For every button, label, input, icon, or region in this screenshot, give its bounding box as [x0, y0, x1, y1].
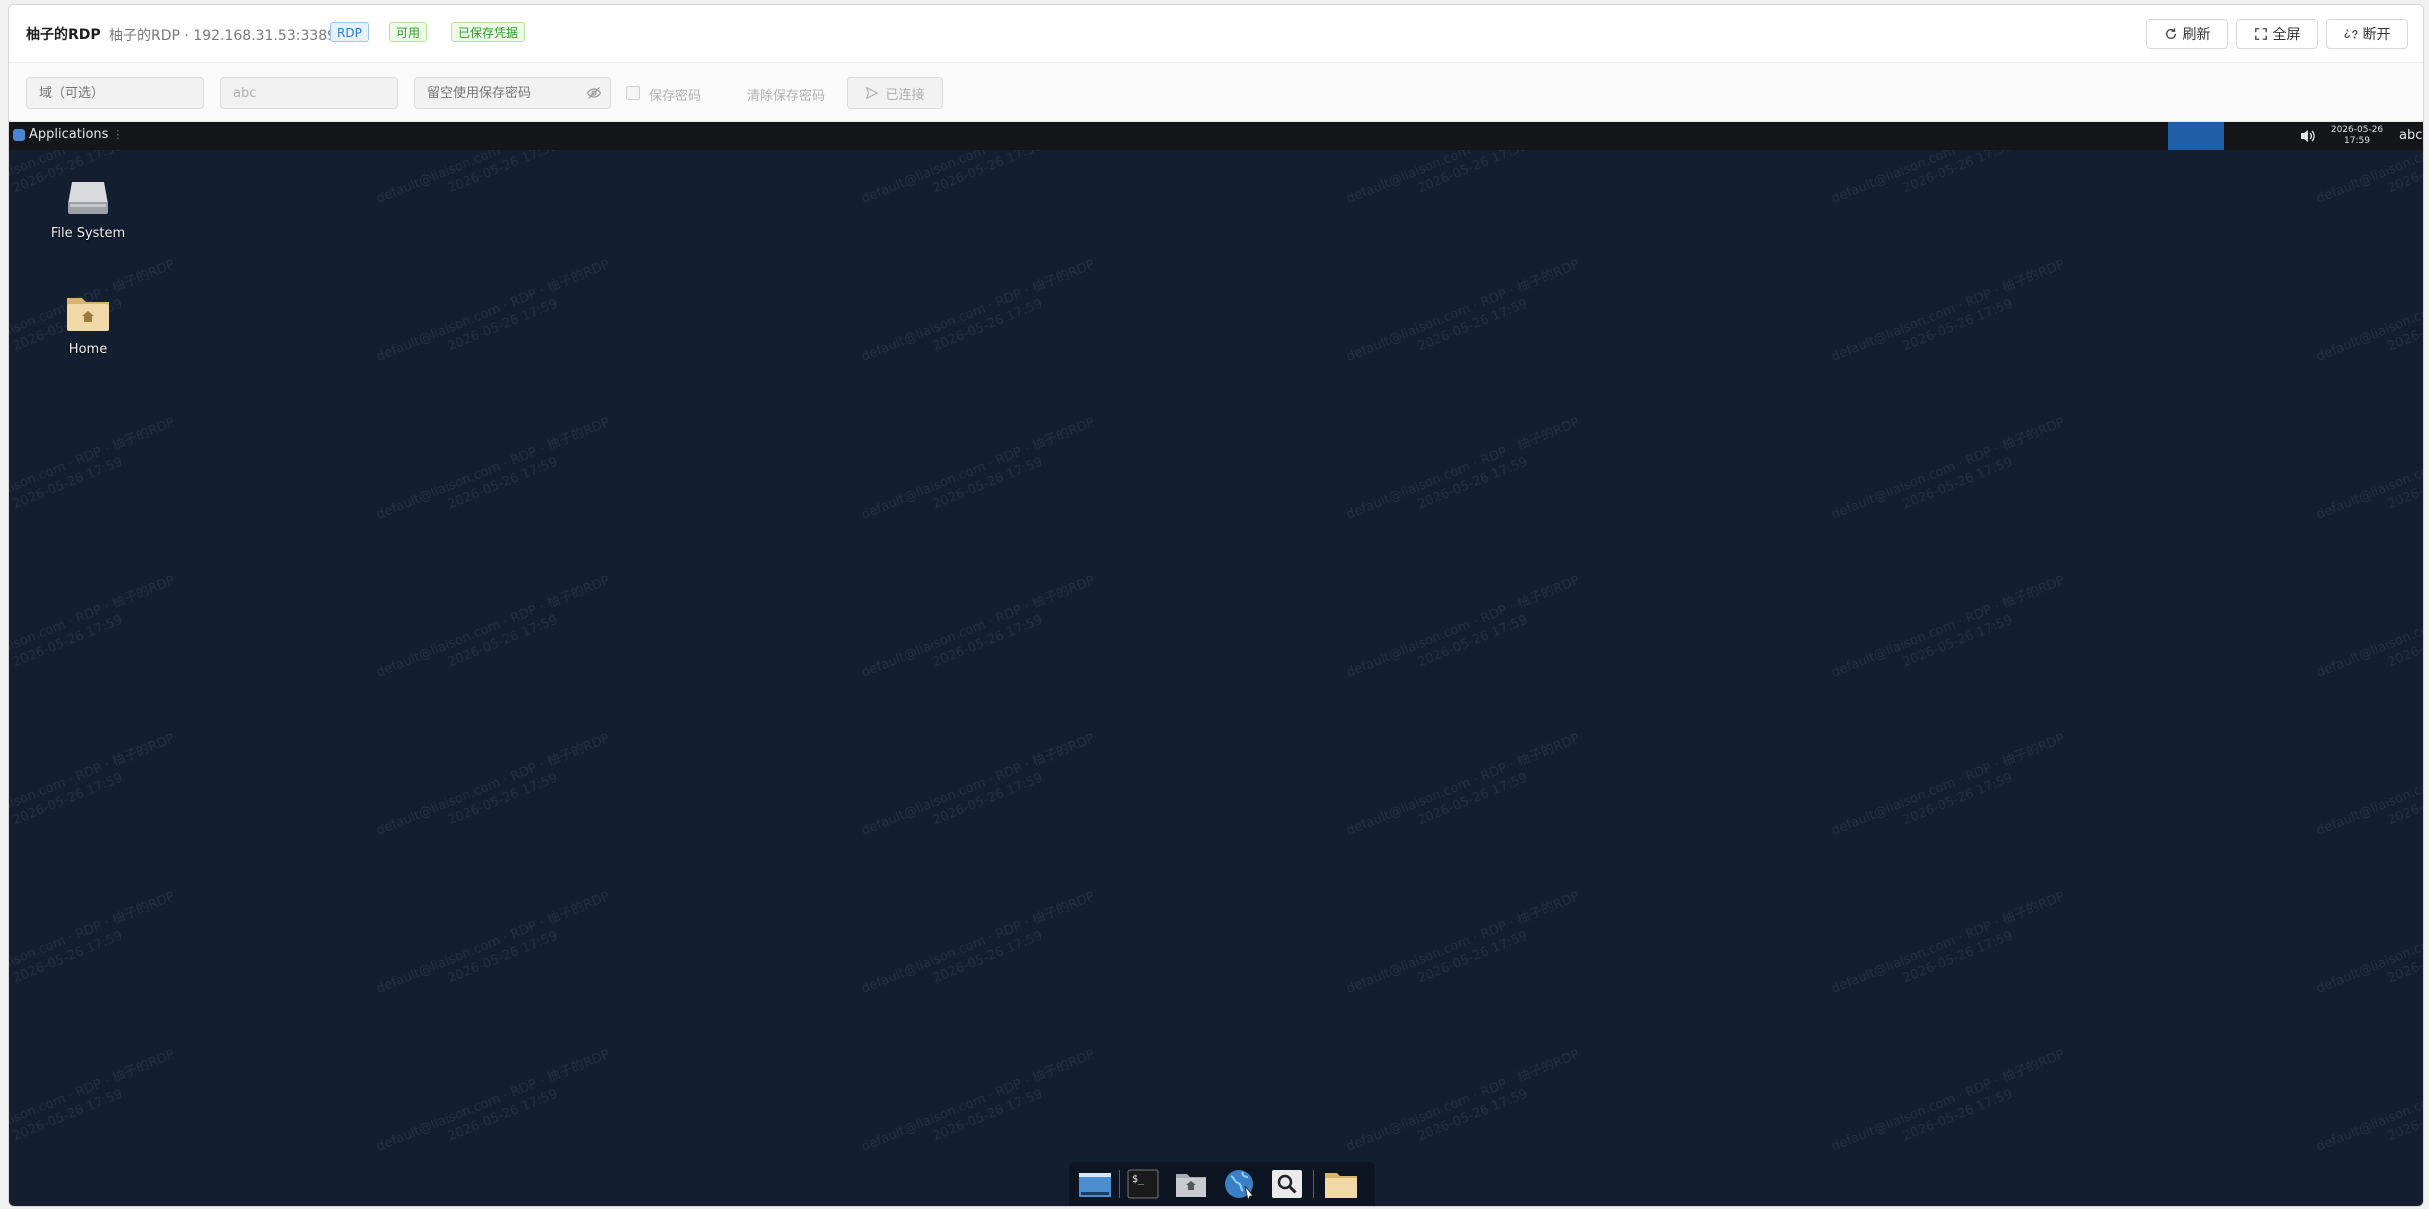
- watermark-text: default@liaison.com · RDP · 柚子的RDP2026-0…: [374, 573, 612, 681]
- home-folder-icon: [67, 298, 109, 331]
- credentials-badge: 已保存凭据: [451, 22, 526, 42]
- refresh-label: 刷新: [2182, 27, 2211, 43]
- clock-time: 17:59: [2344, 136, 2370, 146]
- connection-toolbar: 保存密码 清除保存密码 已连接: [9, 63, 2423, 122]
- remote-desktop-canvas[interactable]: default@liaison.com · RDP · 柚子的RDP2026-0…: [9, 122, 2423, 1206]
- unlink-icon: [2344, 29, 2357, 39]
- watermark-text: default@liaison.com · RDP · 柚子的RDP2026-0…: [1829, 889, 2067, 997]
- connect-label: 已连接: [885, 87, 925, 103]
- send-icon: [866, 86, 880, 100]
- rdp-session-window: 柚子的RDP 柚子的RDP · 192.168.31.53:3389 RDP 可…: [8, 4, 2424, 1207]
- refresh-button[interactable]: 刷新: [2146, 19, 2228, 49]
- watermark-text: default@liaison.com · RDP · 柚子的RDP2026-0…: [1344, 889, 1582, 997]
- watermark-text: default@liaison.com · RDP · 柚子的RDP2026-0…: [859, 257, 1097, 365]
- workspace-indicator[interactable]: [2168, 122, 2224, 150]
- watermark-text: default@liaison.com · RDP · 柚子的RDP2026-0…: [374, 731, 612, 839]
- home-folder-icon[interactable]: [1173, 1168, 1209, 1200]
- watermark-text: default@liaison.com · RDP · 柚子的RDP2026-0…: [1829, 415, 2067, 523]
- watermark-text: default@liaison.com · RDP · 柚子的RDP2026-0…: [9, 731, 177, 839]
- watermark-text: default@liaison.com · RDP · 柚子的RDP2026-0…: [2314, 731, 2423, 839]
- xfce-logo-icon: [13, 128, 25, 141]
- refresh-icon: [2165, 28, 2176, 39]
- connect-button[interactable]: 已连接: [847, 77, 943, 109]
- watermark-text: default@liaison.com · RDP · 柚子的RDP2026-0…: [1829, 731, 2067, 839]
- menu-handle-icon: ⋮: [112, 128, 124, 141]
- bottom-dock: $_: [1069, 1162, 1375, 1206]
- watermark-text: default@liaison.com · RDP · 柚子的RDP2026-0…: [9, 415, 177, 523]
- domain-input[interactable]: [26, 77, 204, 109]
- panel-clock[interactable]: 2026-05-26 17:59: [2324, 125, 2390, 147]
- applications-menu[interactable]: Applications ⋮: [13, 127, 123, 142]
- watermark-text: default@liaison.com · RDP · 柚子的RDP2026-0…: [374, 257, 612, 365]
- protocol-badge: RDP: [330, 22, 369, 42]
- disconnect-label: 断开: [2362, 27, 2391, 43]
- desktop-icon-label: File System: [50, 226, 126, 241]
- terminal-icon[interactable]: $_: [1125, 1168, 1161, 1200]
- folder-icon[interactable]: [1323, 1168, 1359, 1200]
- search-icon[interactable]: [1269, 1168, 1305, 1200]
- drive-icon: [68, 182, 108, 214]
- svg-text:$_: $_: [1132, 1174, 1145, 1185]
- globe-icon[interactable]: [1221, 1168, 1257, 1200]
- fullscreen-button[interactable]: 全屏: [2236, 19, 2318, 49]
- watermark-text: default@liaison.com · RDP · 柚子的RDP2026-0…: [859, 415, 1097, 523]
- watermark-text: default@liaison.com · RDP · 柚子的RDP2026-0…: [2314, 257, 2423, 365]
- watermark-text: default@liaison.com · RDP · 柚子的RDP2026-0…: [374, 1047, 612, 1155]
- session-title: 柚子的RDP: [26, 27, 101, 43]
- fullscreen-label: 全屏: [2272, 27, 2301, 43]
- watermark-text: default@liaison.com · RDP · 柚子的RDP2026-0…: [1829, 257, 2067, 365]
- watermark-text: default@liaison.com · RDP · 柚子的RDP2026-0…: [859, 889, 1097, 997]
- watermark-text: default@liaison.com · RDP · 柚子的RDP2026-0…: [9, 1047, 177, 1155]
- save-password-label: 保存密码: [649, 89, 702, 104]
- watermark-text: default@liaison.com · RDP · 柚子的RDP2026-0…: [2314, 889, 2423, 997]
- volume-icon[interactable]: [2299, 128, 2317, 144]
- desktop-icon-home[interactable]: Home: [38, 292, 138, 357]
- eye-hidden-icon[interactable]: [586, 85, 602, 101]
- watermark-text: default@liaison.com · RDP · 柚子的RDP2026-0…: [859, 1047, 1097, 1155]
- watermark-text: default@liaison.com · RDP · 柚子的RDP2026-0…: [2314, 415, 2423, 523]
- applications-label: Applications: [29, 127, 109, 142]
- clear-saved-password-link[interactable]: 清除保存密码: [747, 85, 825, 104]
- watermark-text: default@liaison.com · RDP · 柚子的RDP2026-0…: [374, 889, 612, 997]
- watermark-text: default@liaison.com · RDP · 柚子的RDP2026-0…: [9, 889, 177, 997]
- desktop-icon-label: Home: [68, 342, 108, 357]
- session-subtitle: 柚子的RDP · 192.168.31.53:3389: [109, 28, 337, 44]
- keyboard-layout-indicator[interactable]: abc: [2399, 128, 2422, 143]
- status-badge: 可用: [389, 22, 428, 42]
- desktop-icon-file-system[interactable]: File System: [38, 178, 138, 241]
- dock-separator: [1313, 1170, 1314, 1198]
- expand-icon: [2254, 28, 2267, 40]
- watermark-text: default@liaison.com · RDP · 柚子的RDP2026-0…: [374, 415, 612, 523]
- username-input[interactable]: [220, 77, 398, 109]
- watermark-text: default@liaison.com · RDP · 柚子的RDP2026-0…: [1344, 257, 1582, 365]
- xfce-top-panel: Applications ⋮ 2026-05-26 17:59 abc: [9, 122, 2423, 150]
- dock-separator: [1119, 1170, 1120, 1198]
- watermark-text: default@liaison.com · RDP · 柚子的RDP2026-0…: [2314, 1047, 2423, 1155]
- watermark-text: default@liaison.com · RDP · 柚子的RDP2026-0…: [859, 731, 1097, 839]
- watermark-text: default@liaison.com · RDP · 柚子的RDP2026-0…: [859, 573, 1097, 681]
- watermark-text: default@liaison.com · RDP · 柚子的RDP2026-0…: [1344, 731, 1582, 839]
- watermark-text: default@liaison.com · RDP · 柚子的RDP2026-0…: [1829, 573, 2067, 681]
- password-input[interactable]: [414, 77, 611, 109]
- watermark-text: default@liaison.com · RDP · 柚子的RDP2026-0…: [2314, 573, 2423, 681]
- watermark-text: default@liaison.com · RDP · 柚子的RDP2026-0…: [1344, 573, 1582, 681]
- watermark-text: default@liaison.com · RDP · 柚子的RDP2026-0…: [1344, 1047, 1582, 1155]
- session-header: 柚子的RDP 柚子的RDP · 192.168.31.53:3389 RDP 可…: [9, 5, 2423, 63]
- save-password-checkbox[interactable]: [626, 86, 640, 100]
- show-desktop-icon[interactable]: [1077, 1168, 1113, 1200]
- watermark-text: default@liaison.com · RDP · 柚子的RDP2026-0…: [9, 573, 177, 681]
- watermark-text: default@liaison.com · RDP · 柚子的RDP2026-0…: [1344, 415, 1582, 523]
- clock-date: 2026-05-26: [2330, 125, 2384, 135]
- disconnect-button[interactable]: 断开: [2326, 19, 2408, 49]
- watermark-text: default@liaison.com · RDP · 柚子的RDP2026-0…: [1829, 1047, 2067, 1155]
